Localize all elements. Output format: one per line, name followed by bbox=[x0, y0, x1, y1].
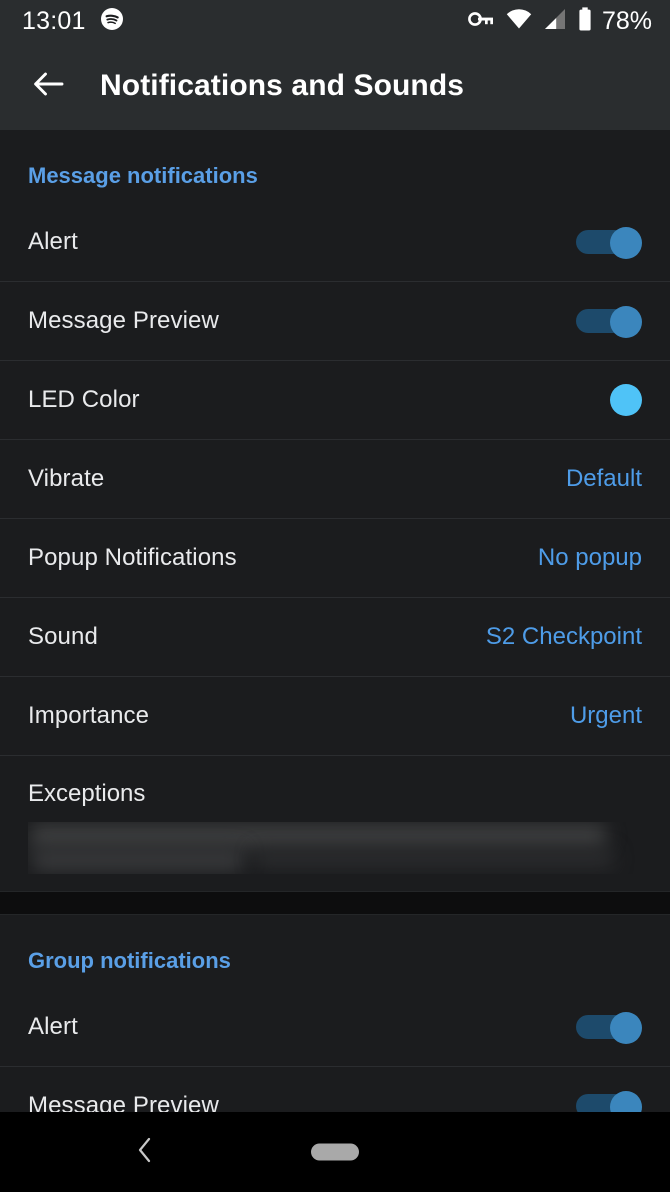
nav-back-button[interactable] bbox=[120, 1127, 170, 1177]
exceptions-blurred-content bbox=[28, 822, 642, 874]
phone-screen: 13:01 78% Notifications and Sounds Messa… bbox=[0, 0, 670, 1192]
section-header-message-notifications: Message notifications bbox=[28, 163, 258, 188]
gesture-home-pill[interactable] bbox=[311, 1143, 359, 1161]
row-importance[interactable]: Importance Urgent bbox=[0, 676, 670, 755]
row-popup-notifications[interactable]: Popup Notifications No popup bbox=[0, 518, 670, 597]
row-alert-message[interactable]: Alert bbox=[0, 202, 670, 281]
toggle-message-preview-group[interactable] bbox=[576, 1091, 642, 1112]
row-label: Popup Notifications bbox=[28, 544, 237, 571]
row-value: Urgent bbox=[569, 702, 642, 729]
toggle-thumb bbox=[610, 306, 642, 338]
settings-list: Message notifications Alert Message Prev… bbox=[0, 130, 670, 1112]
back-button[interactable] bbox=[26, 63, 72, 109]
section-header-group-notifications: Group notifications bbox=[28, 948, 231, 973]
row-label: Alert bbox=[28, 1012, 78, 1040]
row-label: Exceptions bbox=[28, 780, 146, 807]
system-navigation-bar bbox=[0, 1112, 670, 1192]
row-trailing bbox=[610, 384, 642, 416]
status-bar: 13:01 78% bbox=[0, 0, 670, 42]
blurred-line bbox=[32, 848, 244, 872]
status-bar-left: 13:01 bbox=[22, 7, 124, 36]
nav-back-chevron-icon bbox=[134, 1135, 156, 1170]
blurred-line bbox=[254, 850, 614, 868]
toggle-message-preview-message[interactable] bbox=[576, 306, 642, 338]
blurred-line bbox=[30, 824, 606, 848]
toggle-thumb bbox=[610, 226, 642, 259]
toggle-thumb bbox=[610, 1011, 642, 1044]
app-bar: Notifications and Sounds bbox=[0, 42, 670, 130]
page-title: Notifications and Sounds bbox=[100, 69, 465, 102]
row-trailing bbox=[576, 306, 642, 338]
status-clock: 13:01 bbox=[22, 6, 86, 35]
cellular-signal-icon bbox=[543, 8, 567, 35]
row-led-color[interactable]: LED Color bbox=[0, 360, 670, 439]
toggle-thumb bbox=[610, 1091, 642, 1112]
row-sound[interactable]: Sound S2 Checkpoint bbox=[0, 597, 670, 676]
row-label: Alert bbox=[28, 227, 78, 255]
row-label: Sound bbox=[28, 623, 98, 650]
spotify-icon bbox=[100, 7, 124, 36]
row-vibrate[interactable]: Vibrate Default bbox=[0, 439, 670, 518]
row-label: LED Color bbox=[28, 386, 140, 413]
row-value: S2 Checkpoint bbox=[485, 623, 642, 650]
row-trailing bbox=[576, 1091, 642, 1112]
row-label: Message Preview bbox=[28, 307, 219, 334]
row-alert-group[interactable]: Alert bbox=[0, 987, 670, 1066]
status-bar-right: 78% bbox=[468, 6, 652, 36]
row-value: Default bbox=[565, 465, 642, 492]
wifi-icon bbox=[506, 8, 532, 35]
section-divider bbox=[0, 891, 670, 915]
row-trailing bbox=[576, 1011, 642, 1044]
row-value: No popup bbox=[537, 544, 642, 571]
row-exceptions[interactable]: Exceptions bbox=[0, 755, 670, 891]
row-trailing bbox=[576, 226, 642, 259]
row-label: Vibrate bbox=[28, 465, 105, 492]
toggle-alert-group[interactable] bbox=[576, 1011, 642, 1044]
toggle-alert-message[interactable] bbox=[576, 226, 642, 259]
row-label: Importance bbox=[28, 702, 150, 729]
row-message-preview-message[interactable]: Message Preview bbox=[0, 281, 670, 360]
row-message-preview-group[interactable]: Message Preview bbox=[0, 1066, 670, 1112]
battery-percent-label: 78% bbox=[601, 6, 652, 35]
led-color-swatch-icon[interactable] bbox=[610, 384, 642, 416]
row-label: Message Preview bbox=[28, 1092, 219, 1112]
vpn-key-icon bbox=[468, 8, 495, 35]
arrow-back-icon bbox=[32, 69, 66, 104]
battery-icon bbox=[578, 6, 592, 36]
